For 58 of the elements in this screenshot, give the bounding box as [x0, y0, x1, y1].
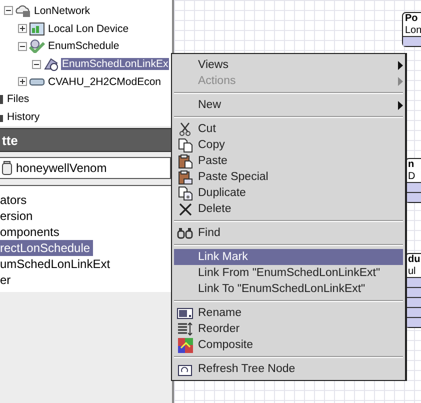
- refresh-icon: [178, 362, 192, 376]
- palette-item[interactable]: rectLonSchedule: [0, 240, 94, 256]
- tree-item[interactable]: Local Lon Device: [47, 22, 130, 35]
- palette-item[interactable]: ators: [0, 192, 30, 208]
- menu-item[interactable]: Refresh Tree Node: [174, 361, 403, 377]
- palette-item[interactable]: ersion: [0, 208, 36, 224]
- menu-item[interactable]: Copy: [174, 137, 403, 153]
- node-title: Po: [404, 13, 419, 25]
- menu-item[interactable]: Link To "EnumSchedLonLinkExt": [174, 281, 403, 297]
- rename-field-icon: [177, 308, 193, 318]
- network-cloud-icon: [15, 4, 31, 18]
- collapse-toggle[interactable]: [32, 60, 41, 69]
- device-icon: [29, 22, 45, 36]
- reorder-list-icon: [177, 322, 193, 336]
- tree-item[interactable]: EnumSchedule: [47, 40, 120, 52]
- scissors-icon: [179, 122, 191, 136]
- collapse-toggle[interactable]: [18, 42, 27, 51]
- menu-item[interactable]: Delete: [174, 201, 403, 217]
- expand-toggle[interactable]: [18, 77, 27, 86]
- node-title: du: [407, 254, 421, 266]
- menu-item[interactable]: Reorder: [174, 321, 403, 337]
- palette-item[interactable]: umSchedLonLinkExt: [0, 256, 114, 272]
- menu-item[interactable]: Composite: [174, 337, 403, 353]
- tree-item[interactable]: EnumSchedLonLinkEx: [61, 58, 170, 70]
- copy-icon: [178, 138, 192, 152]
- tree-item[interactable]: History: [6, 111, 41, 124]
- tree-item[interactable]: CVAHU_2H2CModEcon: [47, 76, 162, 88]
- palette-item[interactable]: er: [0, 272, 14, 288]
- menu-item[interactable]: Cut: [174, 121, 403, 137]
- palette-item[interactable]: omponents: [0, 224, 62, 240]
- jar-icon: [2, 161, 12, 175]
- delete-x-icon: [178, 202, 192, 216]
- tree-item[interactable]: Files: [6, 93, 30, 106]
- component-node[interactable]: Po Lon: [402, 12, 421, 47]
- menu-item[interactable]: Duplicate: [174, 185, 403, 201]
- module-selector[interactable]: honeywellVenom: [0, 157, 171, 179]
- composite-icon: [178, 338, 192, 352]
- clipboard-icon: [178, 154, 192, 168]
- node-subtitle: Lon: [404, 25, 421, 36]
- node-subtitle: D: [407, 171, 416, 182]
- clipboard-icon: [178, 170, 192, 184]
- menu-item[interactable]: Rename: [174, 305, 403, 321]
- submenu-arrow-icon: [398, 100, 403, 110]
- node-subtitle: ul: [407, 266, 417, 277]
- duplicate-icon: [178, 186, 192, 200]
- menu-item[interactable]: Link Mark: [174, 249, 403, 265]
- tree-item[interactable]: LonNetwork: [33, 4, 92, 17]
- expand-toggle[interactable]: [18, 24, 27, 34]
- menu-item[interactable]: Find: [174, 225, 403, 241]
- node-title: n: [407, 159, 416, 171]
- menu-item[interactable]: Paste Special: [174, 169, 403, 185]
- binoculars-icon: [177, 227, 193, 239]
- menu-item[interactable]: New: [174, 97, 403, 113]
- collapse-toggle[interactable]: [4, 6, 13, 16]
- menu-item[interactable]: Link From "EnumSchedLonLinkExt": [174, 265, 403, 281]
- palette-header: tte: [0, 128, 172, 152]
- menu-item[interactable]: Paste: [174, 153, 403, 169]
- menu-item[interactable]: Views: [174, 57, 403, 73]
